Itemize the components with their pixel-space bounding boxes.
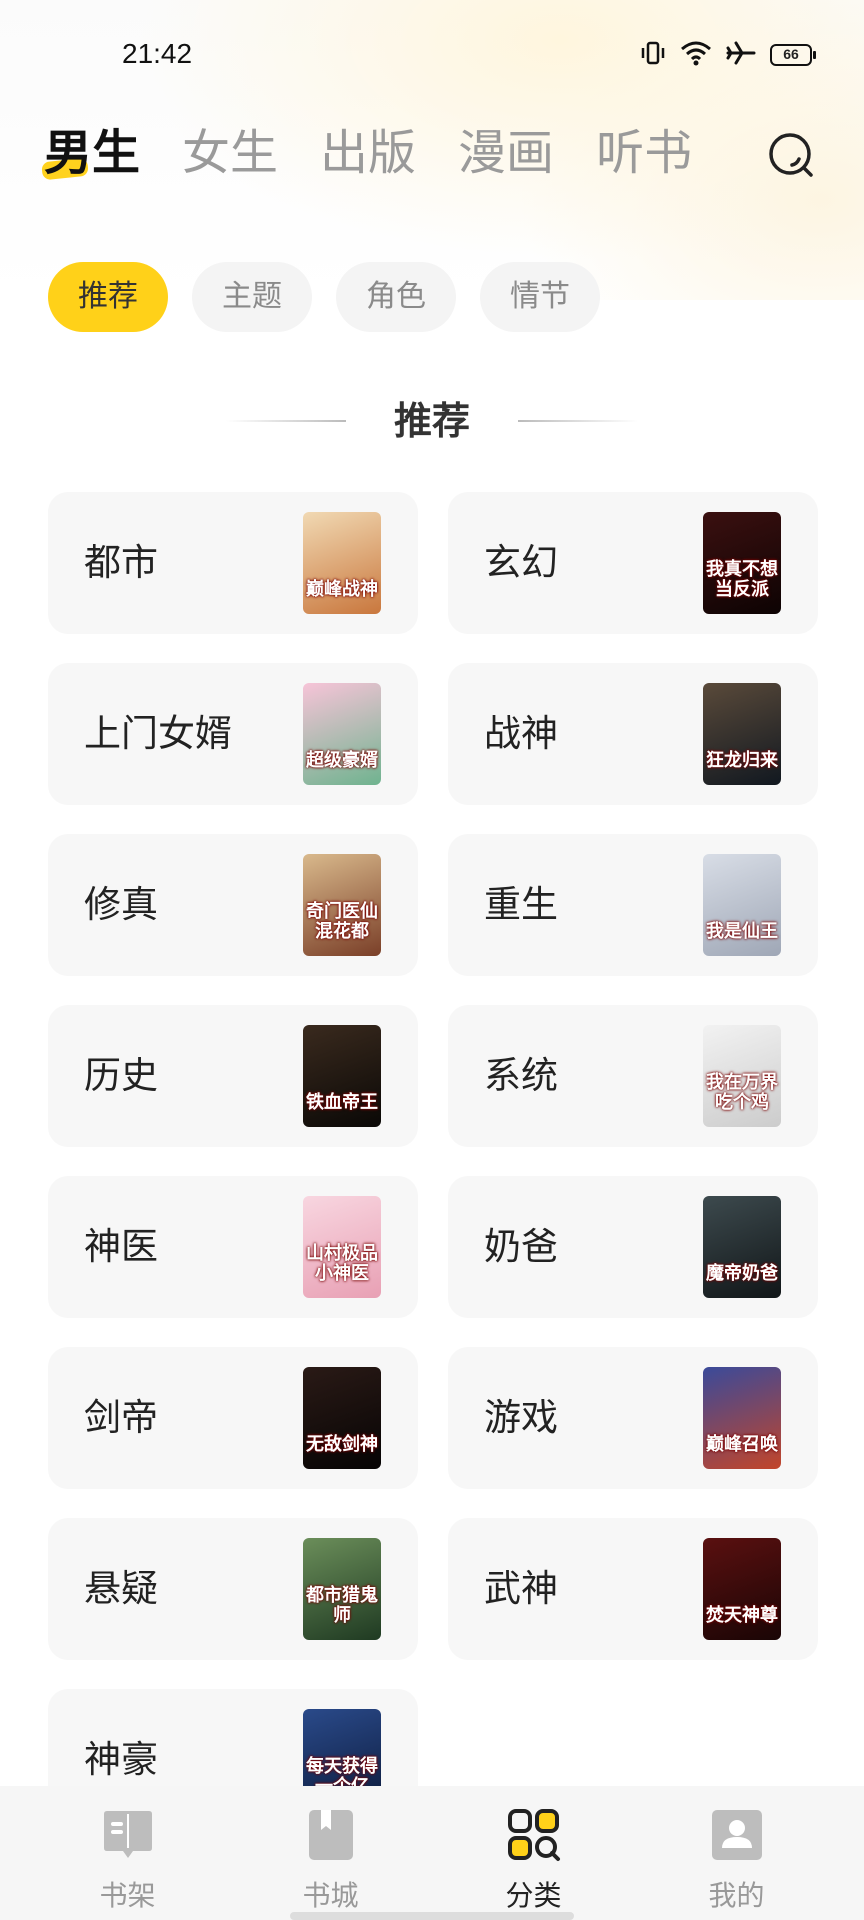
status-icons: 66 — [640, 40, 816, 70]
nav-bookshelf[interactable]: 书架 — [58, 1786, 198, 1920]
bookstore-icon — [304, 1808, 358, 1862]
category-icon — [507, 1808, 561, 1862]
category-card[interactable]: 历史铁血帝王 — [48, 1005, 418, 1147]
book-cover-title: 无敌剑神 — [306, 1434, 378, 1455]
book-cover-title: 我是仙王 — [706, 921, 778, 942]
book-cover: 焚天神尊 — [703, 1538, 781, 1640]
book-cover-title: 焚天神尊 — [706, 1605, 778, 1626]
category-card[interactable]: 重生我是仙王 — [448, 834, 818, 976]
nav-bookshelf-label: 书架 — [99, 1879, 156, 1912]
category-card[interactable]: 都市巅峰战神 — [48, 492, 418, 634]
battery-indicator: 66 — [770, 44, 816, 66]
book-cover: 我是仙王 — [703, 854, 781, 956]
nav-profile[interactable]: 我的 — [667, 1786, 807, 1920]
category-label: 玄幻 — [484, 541, 558, 584]
tab-male[interactable]: 男生 — [41, 118, 140, 188]
nav-bookstore[interactable]: 书城 — [261, 1786, 401, 1920]
category-card[interactable]: 游戏巅峰召唤 — [448, 1347, 818, 1489]
tab-comics[interactable]: 漫画 — [458, 118, 554, 188]
filter-chips: 推荐 主题 角色 情节 — [48, 262, 600, 332]
book-cover: 我在万界吃个鸡 — [703, 1025, 781, 1127]
tab-female[interactable]: 女生 — [182, 118, 278, 188]
vibrate-icon — [640, 40, 666, 70]
home-indicator — [290, 1912, 574, 1920]
category-card[interactable]: 上门女婿超级豪婿 — [48, 663, 418, 805]
book-cover-title: 山村极品小神医 — [306, 1243, 378, 1284]
search-button[interactable] — [766, 130, 816, 180]
chip-plot[interactable]: 情节 — [480, 262, 600, 332]
category-label: 都市 — [84, 541, 158, 584]
airplane-icon — [726, 40, 756, 70]
book-cover-title: 狂龙归来 — [706, 750, 778, 771]
book-cover: 巅峰战神 — [303, 512, 381, 614]
category-label: 剑帝 — [84, 1396, 158, 1439]
book-cover-title: 奇门医仙混花都 — [306, 901, 378, 942]
wifi-icon — [680, 40, 712, 70]
book-cover: 铁血帝王 — [303, 1025, 381, 1127]
category-label: 系统 — [484, 1054, 558, 1097]
book-cover-title: 都市猎鬼师 — [306, 1585, 378, 1626]
nav-category-label: 分类 — [505, 1879, 562, 1912]
book-cover: 超级豪婿 — [303, 683, 381, 785]
status-time: 21:42 — [122, 38, 193, 69]
section-title: 推荐 — [393, 399, 470, 443]
tab-publish[interactable]: 出版 — [320, 118, 416, 188]
category-label: 神医 — [84, 1225, 158, 1268]
category-label: 游戏 — [484, 1396, 558, 1439]
book-cover: 山村极品小神医 — [303, 1196, 381, 1298]
book-cover-title: 巅峰战神 — [306, 579, 378, 600]
book-cover-title: 巅峰召唤 — [706, 1434, 778, 1455]
book-cover: 无敌剑神 — [303, 1367, 381, 1469]
book-cover: 我真不想当反派 — [703, 512, 781, 614]
book-cover: 巅峰召唤 — [703, 1367, 781, 1469]
category-label: 武神 — [484, 1567, 558, 1610]
nav-bookstore-label: 书城 — [302, 1879, 359, 1912]
category-card[interactable]: 剑帝无敌剑神 — [48, 1347, 418, 1489]
book-cover-title: 魔帝奶爸 — [706, 1263, 778, 1284]
book-cover-title: 铁血帝王 — [306, 1092, 378, 1113]
book-cover: 狂龙归来 — [703, 683, 781, 785]
book-cover: 奇门医仙混花都 — [303, 854, 381, 956]
category-card[interactable]: 武神焚天神尊 — [448, 1518, 818, 1660]
category-label: 上门女婿 — [84, 712, 232, 755]
book-cover-title: 我真不想当反派 — [706, 559, 778, 600]
category-label: 悬疑 — [84, 1567, 158, 1610]
category-card[interactable]: 神医 山村极品小神医 — [48, 1176, 418, 1318]
chip-role[interactable]: 角色 — [336, 262, 456, 332]
bottom-navigation: 书架 书城 分类 我的 — [0, 1786, 864, 1920]
nav-profile-label: 我的 — [708, 1879, 765, 1912]
status-bar: 21:42 66 — [0, 30, 864, 80]
category-card[interactable]: 悬疑 都市猎鬼师 — [48, 1518, 418, 1660]
nav-category[interactable]: 分类 — [464, 1786, 604, 1920]
category-card[interactable]: 玄幻 我真不想当反派 — [448, 492, 818, 634]
category-card[interactable]: 战神狂龙归来 — [448, 663, 818, 805]
category-card[interactable]: 奶爸魔帝奶爸 — [448, 1176, 818, 1318]
book-cover-title: 超级豪婿 — [306, 750, 378, 771]
category-label: 历史 — [84, 1054, 158, 1097]
bookshelf-icon — [101, 1808, 155, 1862]
category-card[interactable]: 修真 奇门医仙混花都 — [48, 834, 418, 976]
book-cover-title: 我在万界吃个鸡 — [706, 1072, 778, 1113]
category-label: 重生 — [484, 883, 558, 926]
chip-theme[interactable]: 主题 — [192, 262, 312, 332]
tab-audiobook[interactable]: 听书 — [596, 118, 692, 188]
search-icon — [766, 133, 816, 184]
profile-icon — [710, 1808, 764, 1862]
chip-recommend[interactable]: 推荐 — [48, 262, 168, 332]
category-card[interactable]: 系统 我在万界吃个鸡 — [448, 1005, 818, 1147]
category-label: 奶爸 — [484, 1225, 558, 1268]
book-cover: 魔帝奶爸 — [703, 1196, 781, 1298]
category-label: 战神 — [484, 712, 558, 755]
category-label: 修真 — [84, 883, 158, 926]
channel-tabs: 男生 女生 出版 漫画 听书 — [41, 118, 692, 188]
book-cover: 都市猎鬼师 — [303, 1538, 381, 1640]
section-divider-right — [518, 420, 638, 422]
